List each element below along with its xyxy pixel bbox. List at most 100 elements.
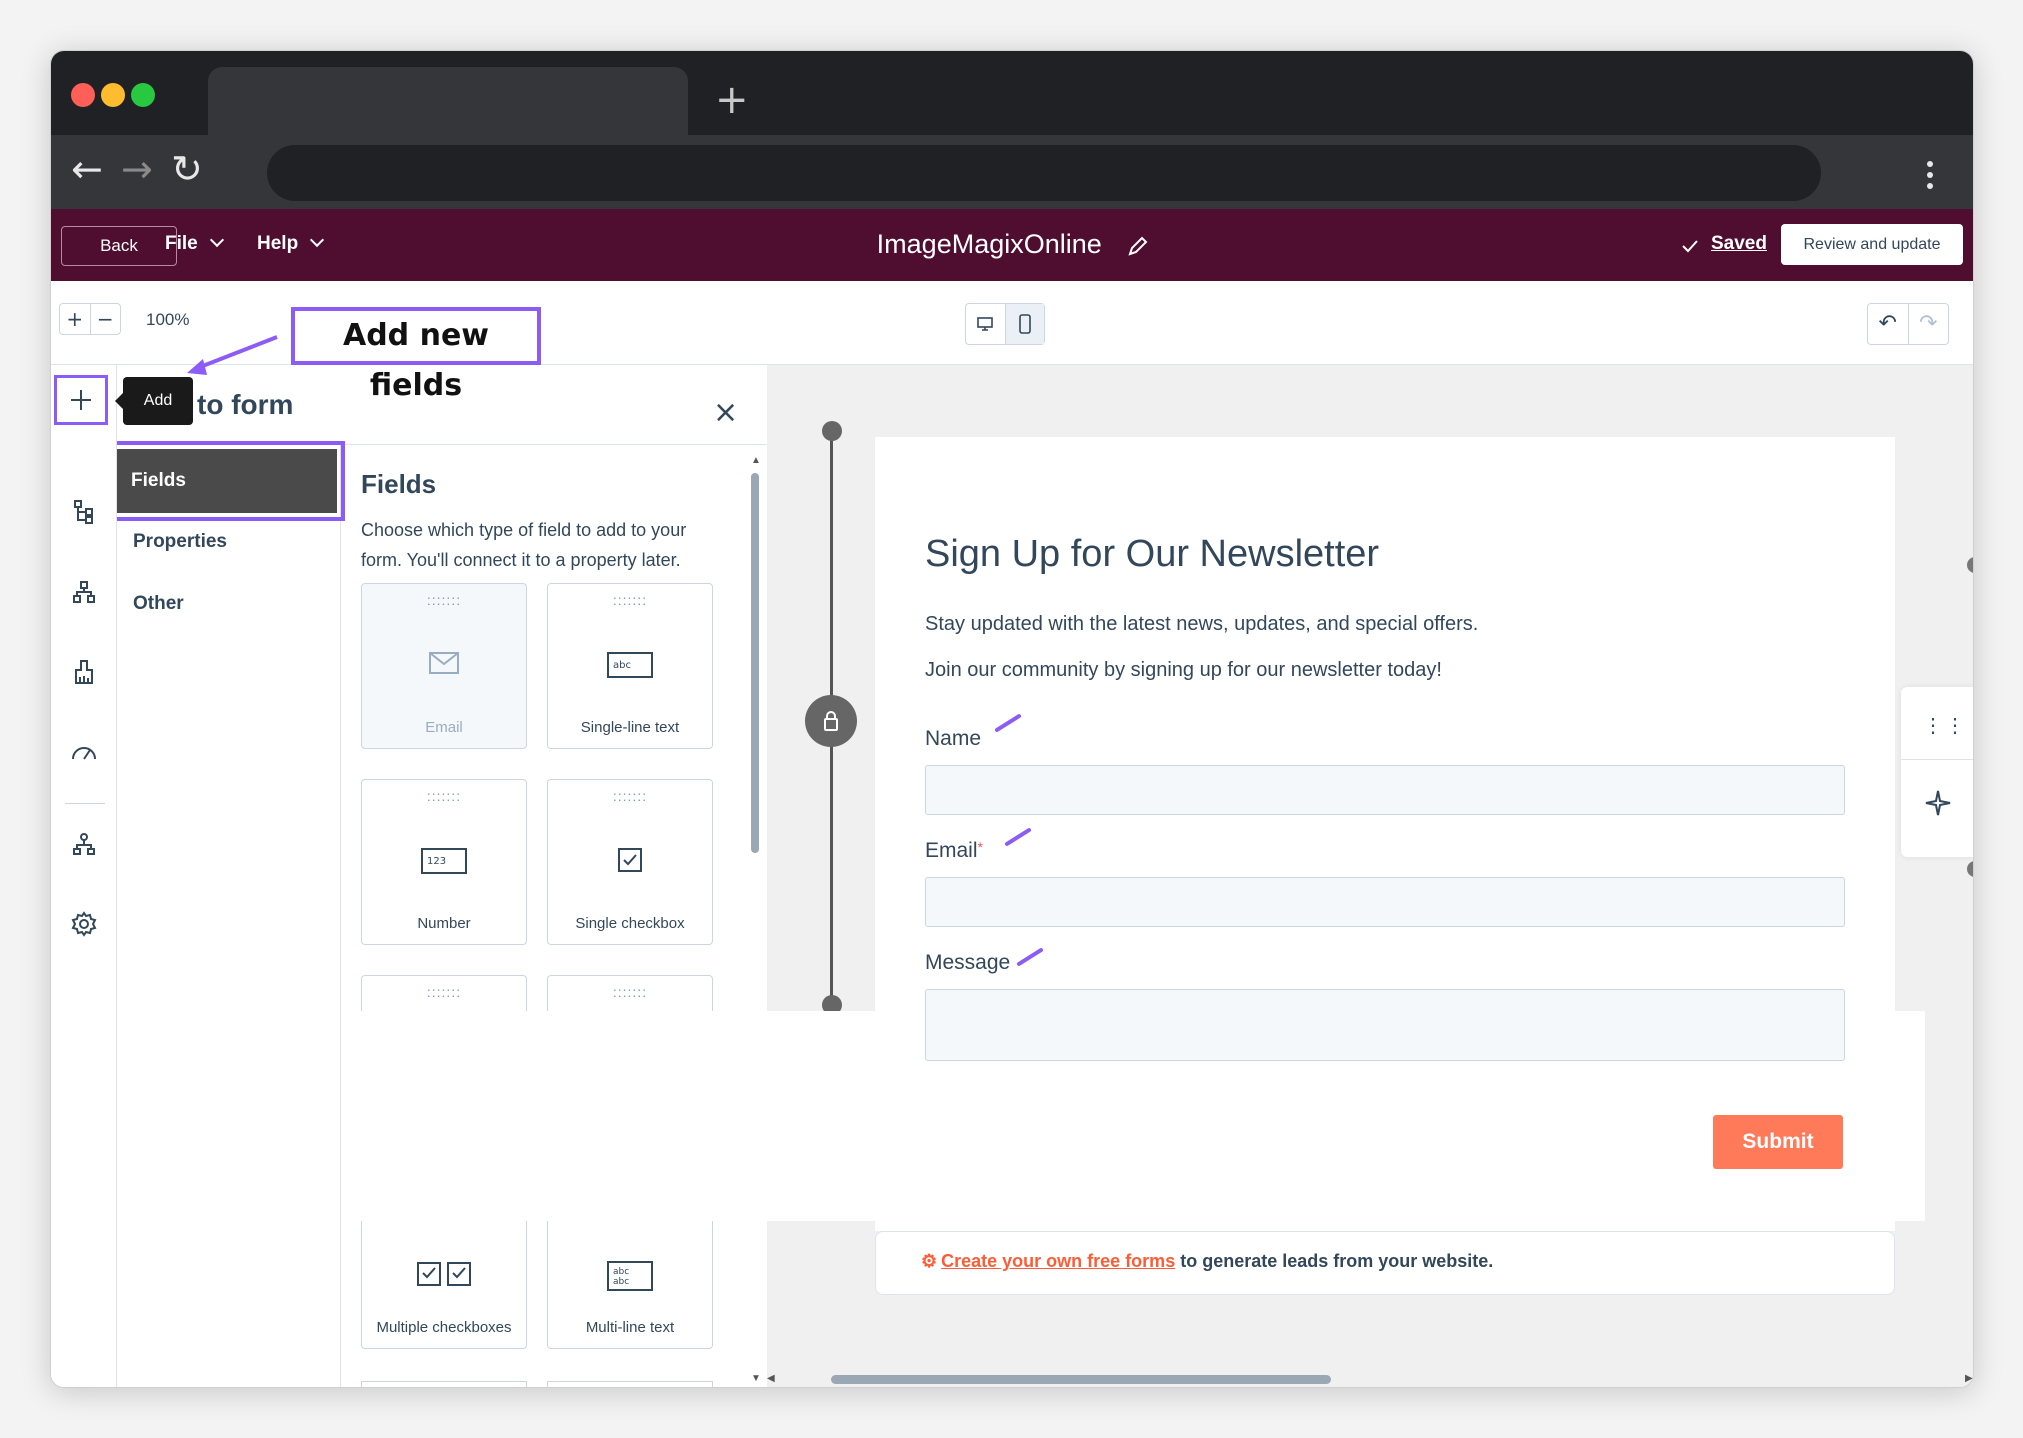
number-field-icon: 123 xyxy=(421,848,467,874)
envelope-icon xyxy=(429,652,459,674)
panel-scrollbar[interactable] xyxy=(751,473,759,853)
field-card-multiple-checkboxes[interactable]: Multiple checkboxes xyxy=(361,1221,527,1349)
field-card-label: Single-line text xyxy=(580,719,680,736)
field-card-number[interactable]: ::::::: 123 Number xyxy=(361,779,527,945)
scroll-right-icon[interactable]: ▶ xyxy=(1965,1373,1973,1384)
field-card-multi-line-text[interactable]: abc abc Multi-line text xyxy=(547,1221,713,1349)
field-card-label: Number xyxy=(417,915,471,932)
reload-icon[interactable]: ↻ xyxy=(171,147,203,191)
rail-hierarchy[interactable] xyxy=(63,571,105,613)
rail-performance[interactable] xyxy=(63,731,105,773)
create-forms-link[interactable]: Create your own free forms xyxy=(941,1251,1175,1271)
new-tab-icon[interactable]: + xyxy=(715,77,749,123)
field-card-email[interactable]: ::::::: Email xyxy=(361,583,527,749)
category-other[interactable]: Other xyxy=(133,593,184,615)
footer-tagline: to generate leads from your website. xyxy=(1175,1251,1494,1271)
message-label: Message xyxy=(925,951,1011,974)
browser-menu-icon[interactable] xyxy=(1927,161,1933,194)
pencil-icon[interactable] xyxy=(1127,235,1149,257)
brush-icon xyxy=(75,660,93,684)
lock-icon xyxy=(824,711,838,731)
timeline-node xyxy=(822,421,842,441)
drag-handle-icon: ::::::: xyxy=(612,788,648,804)
zoom-in-button[interactable]: + xyxy=(60,304,90,334)
required-asterisk: * xyxy=(977,839,983,855)
annotation-arrow-icon xyxy=(187,335,278,375)
monitor-icon xyxy=(977,317,994,331)
fields-description: Choose which type of field to add to you… xyxy=(361,520,687,570)
name-input[interactable] xyxy=(925,765,1845,815)
checkbox-icon xyxy=(618,848,642,872)
svg-text:abc: abc xyxy=(613,1277,629,1287)
rail-network[interactable] xyxy=(63,823,105,865)
scroll-down-icon[interactable]: ▼ xyxy=(751,1373,761,1384)
review-and-update-button[interactable]: Review and update xyxy=(1781,224,1963,265)
fields-heading: Fields xyxy=(361,469,437,499)
multi-line-text-icon: abcabc xyxy=(607,1261,653,1291)
app-header: Back File Help ImageMagixOnline Saved Re… xyxy=(51,209,1973,281)
category-fields[interactable]: Fields xyxy=(109,441,345,521)
hubspot-icon: ⚙ xyxy=(921,1251,938,1271)
maximize-window-button[interactable] xyxy=(131,83,155,107)
email-label-text: Email xyxy=(925,839,978,862)
svg-text:abc: abc xyxy=(613,1267,629,1277)
browser-tab[interactable] xyxy=(208,67,688,135)
add-button[interactable] xyxy=(54,375,108,425)
field-card-partial[interactable]: ::::::: xyxy=(361,975,527,1011)
drag-handle-icon: ::::::: xyxy=(426,788,462,804)
drag-handle-icon: ::::::: xyxy=(612,984,648,1000)
email-input[interactable] xyxy=(925,877,1845,927)
zoom-out-button[interactable]: − xyxy=(89,304,121,334)
forward-arrow-icon[interactable]: → xyxy=(121,147,153,191)
field-card-partial[interactable]: ::::::: xyxy=(547,975,713,1011)
field-card-single-line-text[interactable]: ::::::: abc Single-line text xyxy=(547,583,713,749)
field-card-label: Single checkbox xyxy=(575,915,685,932)
annotation-callout: Add new fields xyxy=(291,307,541,403)
history-controls: ↶ ↷ xyxy=(1867,303,1949,345)
scroll-left-icon[interactable]: ◀ xyxy=(767,1373,775,1384)
scroll-up-icon[interactable]: ▲ xyxy=(751,455,761,466)
form-paragraph: Stay updated with the latest news, updat… xyxy=(925,613,1479,635)
field-card-label: Multiple checkboxes xyxy=(376,1319,512,1336)
redo-icon[interactable]: ↷ xyxy=(1907,304,1949,344)
field-card-partial[interactable] xyxy=(547,1381,713,1387)
check-icon xyxy=(1682,240,1698,253)
message-textarea[interactable] xyxy=(925,989,1845,1061)
rail-divider xyxy=(65,803,105,804)
text-field-icon: abc xyxy=(607,652,653,678)
field-card-single-checkbox[interactable]: ::::::: Single checkbox xyxy=(547,779,713,945)
zoom-controls: + − xyxy=(59,303,121,335)
category-properties[interactable]: Properties xyxy=(133,531,227,553)
rail-style[interactable] xyxy=(63,651,105,693)
submit-button[interactable]: Submit xyxy=(1713,1115,1843,1169)
name-label: Name xyxy=(925,727,982,750)
form-heading: Sign Up for Our Newsletter xyxy=(925,533,1380,575)
form-paragraph: Join our community by signing up for our… xyxy=(925,659,1442,681)
rail-tree[interactable] xyxy=(63,491,105,533)
grid-dots-icon[interactable]: ⋮⋮⋮ xyxy=(1923,713,1973,738)
minimize-window-button[interactable] xyxy=(101,83,125,107)
back-arrow-icon[interactable]: ← xyxy=(71,147,103,191)
svg-text:abc: abc xyxy=(613,660,631,671)
device-preview-toggle xyxy=(965,303,1045,345)
horizontal-scrollbar[interactable] xyxy=(831,1375,1331,1384)
undo-icon[interactable]: ↶ xyxy=(1868,304,1908,344)
sparkle-icon[interactable] xyxy=(1924,789,1952,817)
lock-button[interactable] xyxy=(805,695,857,747)
form-name: ImageMagixOnline xyxy=(876,229,1102,259)
mobile-preview-button[interactable] xyxy=(1004,304,1044,344)
email-label: Email* xyxy=(925,839,983,863)
desktop-preview-button[interactable] xyxy=(966,304,1005,344)
close-window-button[interactable] xyxy=(71,83,95,107)
rail-settings[interactable] xyxy=(63,903,105,945)
saved-status-link[interactable]: Saved xyxy=(1711,233,1767,255)
address-bar[interactable] xyxy=(267,145,1821,201)
drag-handle-icon: ::::::: xyxy=(612,592,648,608)
field-card-partial[interactable] xyxy=(361,1381,527,1387)
drag-handle-icon: ::::::: xyxy=(426,984,462,1000)
settings-icon xyxy=(71,911,97,937)
close-icon[interactable]: × xyxy=(713,395,738,430)
network-icon xyxy=(73,833,95,855)
hierarchy-icon xyxy=(73,581,95,603)
svg-text:123: 123 xyxy=(427,856,446,867)
